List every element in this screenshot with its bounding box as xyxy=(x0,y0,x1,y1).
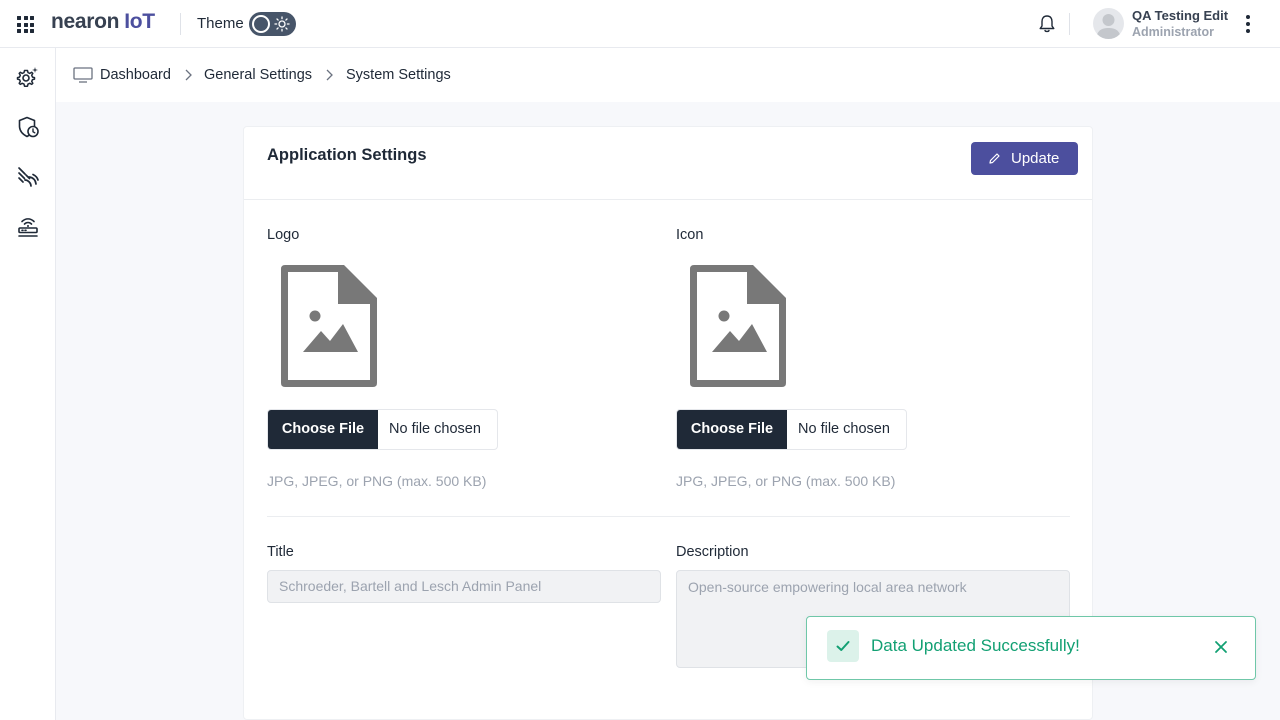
icon-file-input[interactable]: Choose File No file chosen xyxy=(676,409,907,450)
image-placeholder-icon xyxy=(690,265,786,387)
signal-waves-icon[interactable] xyxy=(16,165,40,189)
check-icon xyxy=(836,641,850,651)
more-options-icon[interactable] xyxy=(1240,14,1256,34)
router-device-icon[interactable] xyxy=(16,215,40,239)
logo-file-status: No file chosen xyxy=(389,421,481,437)
theme-toggle[interactable] xyxy=(249,12,296,36)
pencil-icon xyxy=(989,153,1000,164)
icon-label: Icon xyxy=(676,227,704,243)
breadcrumb-system-settings: System Settings xyxy=(346,67,451,83)
toggle-knob xyxy=(252,15,270,33)
toast-check-badge xyxy=(827,630,859,662)
user-role: Administrator xyxy=(1132,25,1214,39)
update-button-label: Update xyxy=(1011,150,1060,167)
breadcrumb-general-settings[interactable]: General Settings xyxy=(204,67,312,83)
success-toast: Data Updated Successfully! xyxy=(806,616,1256,680)
sidebar xyxy=(0,48,56,720)
logo-accent-text: IoT xyxy=(124,10,155,33)
top-bar: nearon IoT Theme QA Testing Edit Administ… xyxy=(0,0,1280,48)
icon-choose-file-button[interactable]: Choose File xyxy=(677,410,787,449)
icon-hint: JPG, JPEG, or PNG (max. 500 KB) xyxy=(676,473,896,489)
card-header: Application Settings Update xyxy=(244,127,1092,200)
divider xyxy=(180,13,181,35)
logo-label: Logo xyxy=(267,227,300,243)
notification-bell-icon[interactable] xyxy=(1037,13,1057,35)
brand-logo[interactable]: nearon IoT xyxy=(51,10,155,34)
logo-choose-file-button[interactable]: Choose File xyxy=(268,410,378,449)
image-placeholder-icon xyxy=(281,265,377,387)
title-input[interactable]: Schroeder, Bartell and Lesch Admin Panel xyxy=(267,570,661,603)
update-button[interactable]: Update xyxy=(971,142,1078,175)
close-icon[interactable] xyxy=(1213,639,1229,655)
monitor-icon xyxy=(73,67,93,83)
logo-text: nearon xyxy=(51,10,120,33)
logo-hint: JPG, JPEG, or PNG (max. 500 KB) xyxy=(267,473,487,489)
icon-file-status: No file chosen xyxy=(798,421,890,437)
chevron-right-icon xyxy=(326,69,333,81)
section-divider xyxy=(267,516,1070,517)
toast-message: Data Updated Successfully! xyxy=(871,636,1080,655)
card-title: Application Settings xyxy=(267,146,427,164)
shield-clock-icon[interactable] xyxy=(16,115,40,139)
description-label: Description xyxy=(676,544,749,560)
breadcrumb: Dashboard General Settings System Settin… xyxy=(56,48,1280,102)
settings-gear-icon[interactable] xyxy=(16,65,40,89)
divider xyxy=(1069,13,1070,35)
sun-icon xyxy=(274,16,290,32)
logo-file-input[interactable]: Choose File No file chosen xyxy=(267,409,498,450)
breadcrumb-dashboard[interactable]: Dashboard xyxy=(100,67,171,83)
apps-grid-icon[interactable] xyxy=(17,16,34,33)
avatar[interactable] xyxy=(1093,8,1124,39)
user-name[interactable]: QA Testing Edit xyxy=(1132,8,1228,23)
user-avatar-icon xyxy=(1096,14,1121,39)
title-label: Title xyxy=(267,544,294,560)
chevron-right-icon xyxy=(185,69,192,81)
theme-label: Theme xyxy=(197,15,244,32)
